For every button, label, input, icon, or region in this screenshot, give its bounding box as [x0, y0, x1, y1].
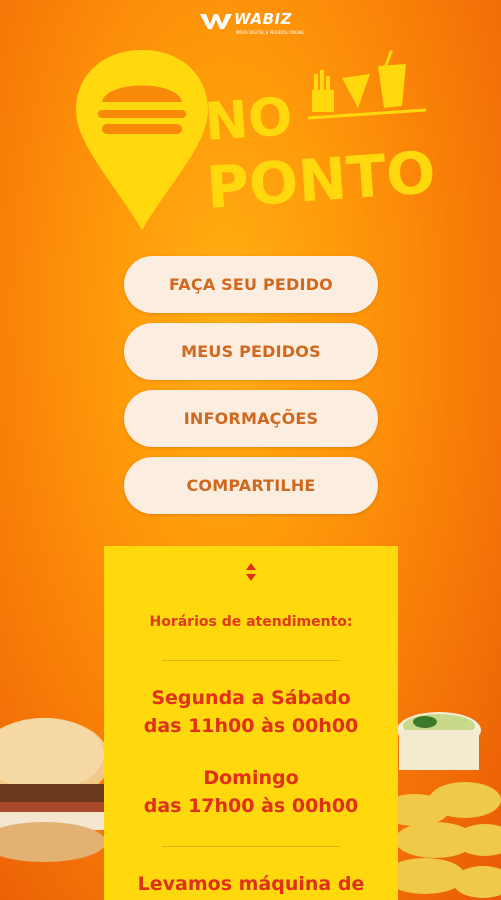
no-ponto-logo: NO PONTO — [76, 50, 438, 230]
burger-pin-icon — [76, 50, 208, 230]
schedule-weekdays-time: das 11h00 às 00h00 — [143, 715, 359, 737]
brand-line-2: PONTO — [204, 138, 437, 222]
schedule-sunday-time: das 17h00 às 00h00 — [143, 795, 359, 817]
share-button-label: COMPARTILHE — [186, 476, 316, 495]
schedule-weekdays: Segunda a Sábado — [151, 687, 351, 709]
divider — [162, 660, 340, 661]
card-machine-notice: Levamos máquina de — [137, 873, 365, 895]
wabiz-logo: WABIZ MÍDIA DIGITAL E PEDIDOS ONLINE — [200, 10, 310, 38]
pizza-slice-icon — [342, 74, 370, 108]
schedule-sunday: Domingo — [203, 767, 299, 789]
wabiz-logo-text: WABIZ — [234, 10, 293, 28]
wabiz-tagline: MÍDIA DIGITAL E PEDIDOS ONLINE — [236, 30, 304, 35]
fries-icon — [312, 70, 334, 112]
my-orders-button[interactable]: MEUS PEDIDOS — [124, 323, 378, 380]
order-button-label: FAÇA SEU PEDIDO — [169, 275, 333, 294]
my-orders-button-label: MEUS PEDIDOS — [181, 342, 321, 361]
share-button[interactable]: COMPARTILHE — [124, 457, 378, 514]
information-button-label: INFORMAÇÕES — [183, 409, 319, 428]
hours-title: Horários de atendimento: — [149, 614, 353, 630]
order-button[interactable]: FAÇA SEU PEDIDO — [124, 256, 378, 313]
brand-line-1: NO — [203, 87, 295, 153]
burger-photo — [0, 718, 110, 862]
information-button[interactable]: INFORMAÇÕES — [124, 390, 378, 447]
drink-cup-icon — [378, 50, 406, 108]
info-panel: Horários de atendimento: Segunda a Sábad… — [104, 546, 398, 900]
wabiz-mark-icon — [200, 14, 232, 29]
divider — [162, 846, 340, 847]
chips-photo — [395, 712, 501, 898]
main-menu: FAÇA SEU PEDIDO MEUS PEDIDOS INFORMAÇÕES… — [124, 256, 378, 524]
expand-toggle-icon[interactable] — [244, 562, 258, 582]
